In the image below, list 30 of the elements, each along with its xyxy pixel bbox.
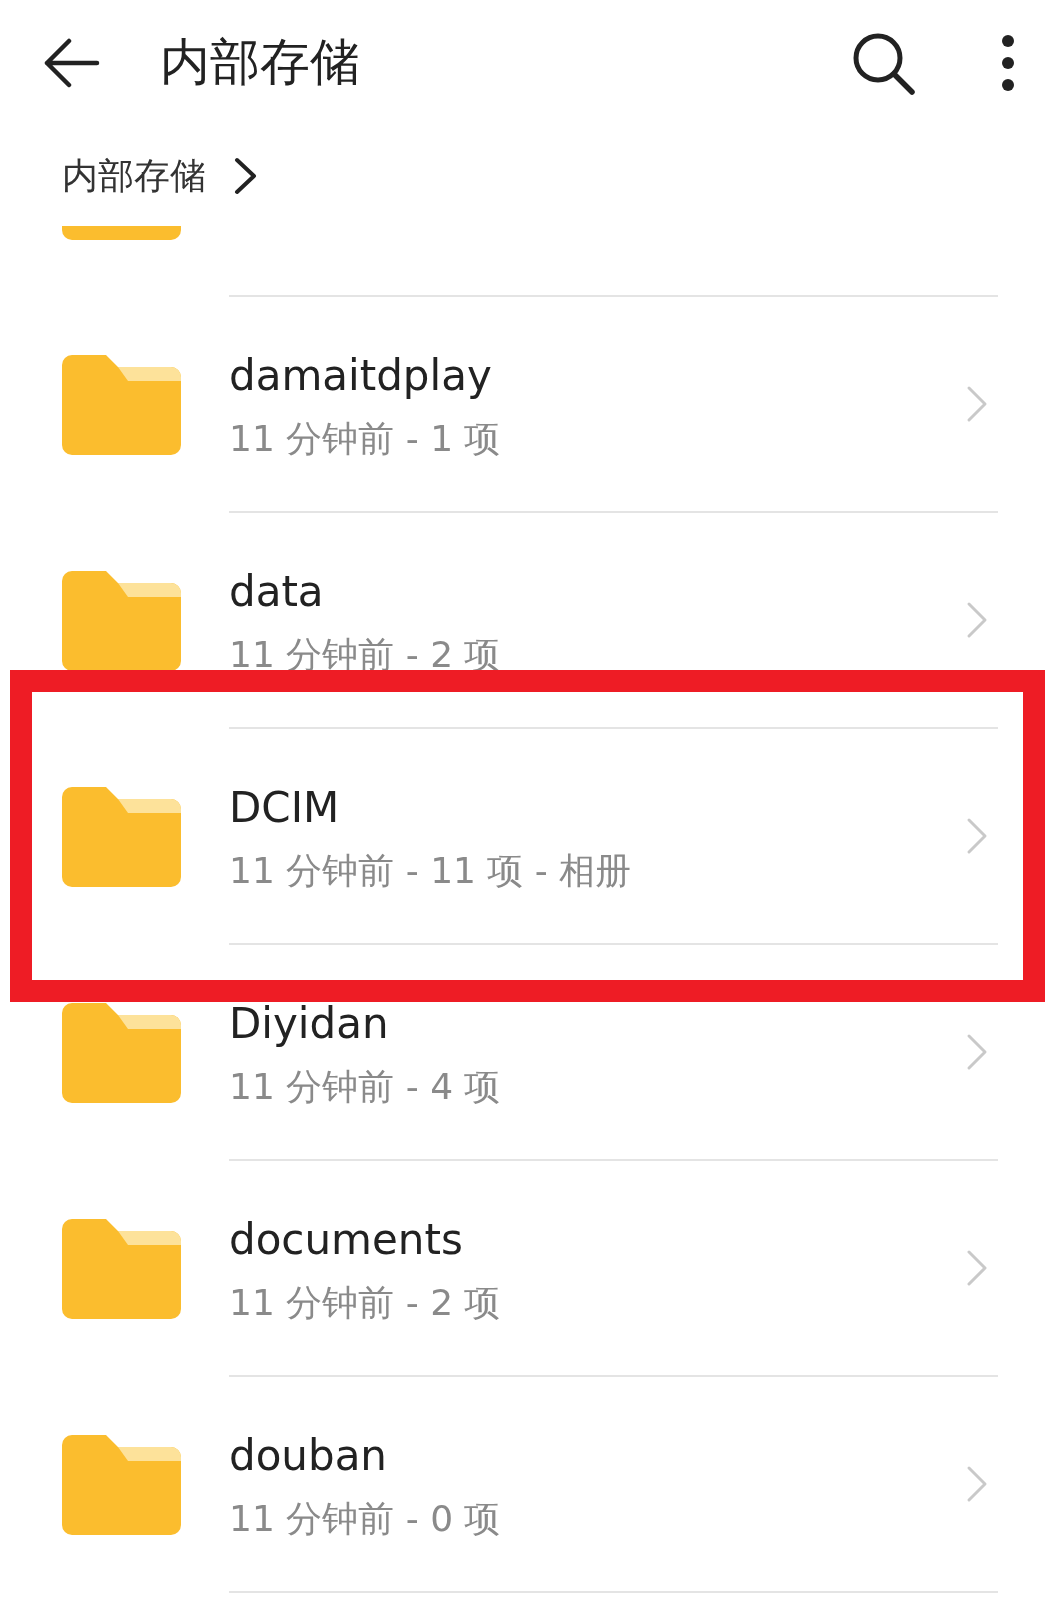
folder-icon — [62, 787, 181, 887]
more-icon[interactable] — [1001, 33, 1015, 92]
folder-icon — [62, 1219, 181, 1319]
folder-icon — [62, 1435, 181, 1535]
chevron-icon — [966, 385, 988, 423]
folder-icon — [62, 571, 181, 671]
folder-details: 11 分钟前 - 2 项 — [229, 633, 502, 677]
folder-details: 11 分钟前 - 11 项 - 相册 — [229, 849, 633, 893]
back-icon[interactable] — [43, 37, 100, 88]
breadcrumb-item[interactable]: 内部存储 — [62, 148, 206, 203]
chevron-icon — [966, 1249, 988, 1287]
folder-name: data — [229, 566, 325, 618]
chevron-icon — [966, 1033, 988, 1071]
chevron-icon — [966, 817, 988, 855]
folder-name: douban — [229, 1430, 388, 1482]
folder-icon — [62, 1003, 181, 1103]
chevron-icon — [966, 601, 988, 639]
folder-name: Diyidan — [229, 998, 390, 1050]
folder-icon — [62, 226, 181, 240]
folder-icon — [62, 355, 181, 455]
folder-details: 11 分钟前 - 4 项 — [229, 1065, 502, 1109]
folder-name: documents — [229, 1214, 464, 1266]
chevron-icon — [234, 156, 258, 195]
folder-name: DCIM — [229, 782, 341, 834]
folder-details: 11 分钟前 - 1 项 — [229, 417, 502, 461]
page-title: 内部存储 — [160, 32, 360, 93]
folder-name: damaitdplay — [229, 350, 493, 402]
folder-details: 11 分钟前 - 2 项 — [229, 1281, 502, 1325]
folder-details: 11 分钟前 - 0 项 — [229, 1497, 502, 1541]
chevron-icon — [966, 1465, 988, 1503]
